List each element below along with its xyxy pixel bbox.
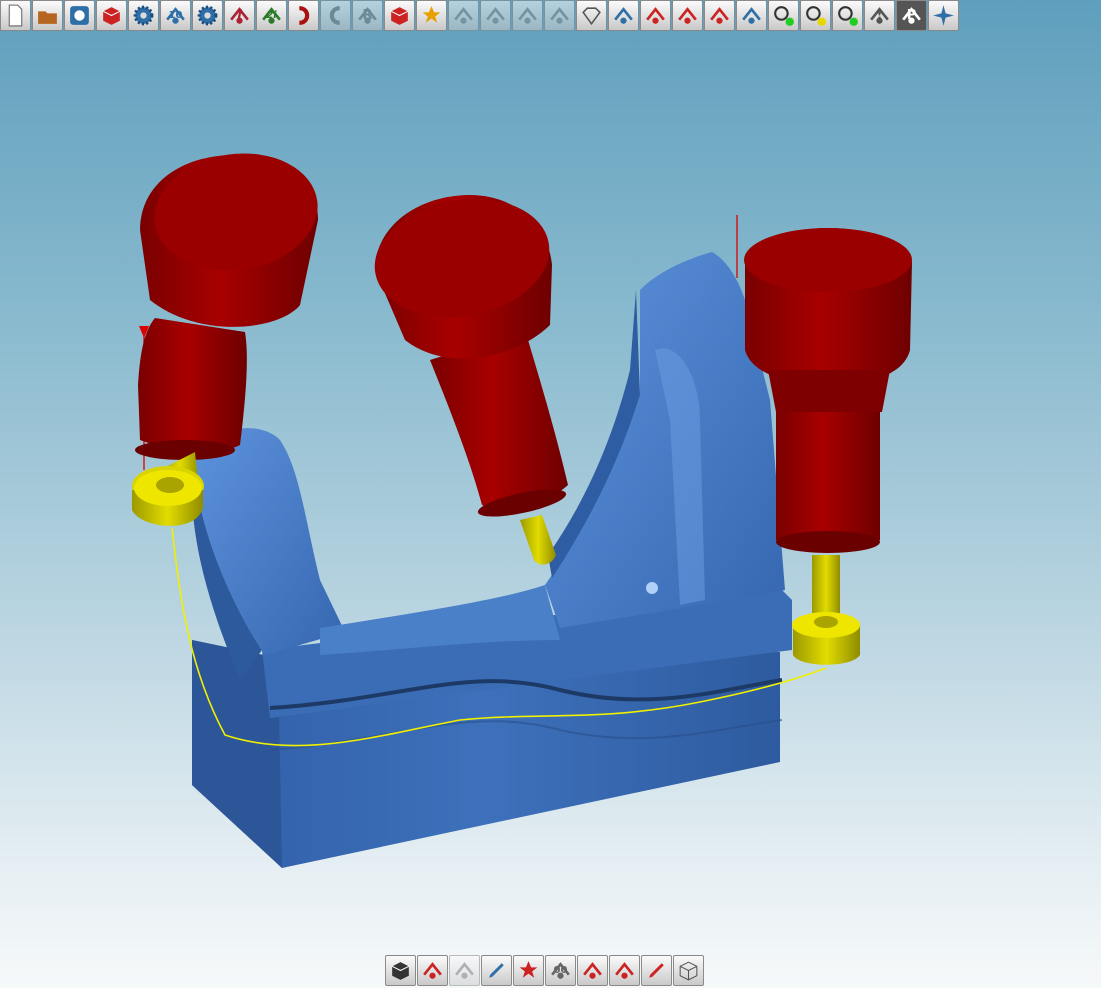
simulate-icon <box>611 3 636 28</box>
machine-button[interactable] <box>609 955 640 986</box>
postprocess-button[interactable]: P <box>896 0 927 31</box>
redo-button[interactable] <box>320 0 351 31</box>
warning-button[interactable]: ! <box>864 0 895 31</box>
stock-block-icon <box>387 3 412 28</box>
save-button[interactable] <box>64 0 95 31</box>
wireframe-icon <box>676 958 701 983</box>
section-plane-button[interactable] <box>449 955 480 986</box>
toolpath-c-button[interactable] <box>512 0 543 31</box>
gear-settings-button[interactable] <box>128 0 159 31</box>
pencil-button[interactable] <box>641 955 672 986</box>
spindle-middle <box>374 195 568 565</box>
zoom-green-icon <box>771 3 796 28</box>
stick-figure-icon <box>580 958 605 983</box>
wireframe-button[interactable] <box>673 955 704 986</box>
main-toolbar: 10 i 2i R! P <box>0 0 959 33</box>
verify-b-icon <box>675 3 700 28</box>
stock-block-button[interactable] <box>384 0 415 31</box>
toolpath-b-button[interactable] <box>480 0 511 31</box>
button-label: i <box>237 8 242 23</box>
brush-icon <box>484 958 509 983</box>
toolpath-d-icon <box>547 3 572 28</box>
material-palette-icon <box>420 958 445 983</box>
verify-b-button[interactable] <box>672 0 703 31</box>
verify-a-button[interactable] <box>640 0 671 31</box>
new-file-button[interactable] <box>0 0 31 31</box>
diamond-button[interactable] <box>576 0 607 31</box>
simulate-button[interactable] <box>608 0 639 31</box>
part-box-button[interactable] <box>96 0 127 31</box>
sparkle-button[interactable] <box>928 0 959 31</box>
sparkle-icon <box>931 3 956 28</box>
tool-gear-button[interactable] <box>192 0 223 31</box>
verify-c-icon <box>707 3 732 28</box>
probe-icon <box>739 3 764 28</box>
highlight-star-icon <box>516 958 541 983</box>
redo-icon <box>323 3 348 28</box>
new-file-icon <box>3 3 28 28</box>
button-label: ! <box>876 8 883 23</box>
star-wizard-button[interactable] <box>416 0 447 31</box>
coordinates-button[interactable]: 00 <box>545 955 576 986</box>
highlight-star-button[interactable] <box>513 955 544 986</box>
stick-figure-button[interactable] <box>577 955 608 986</box>
save-icon <box>67 3 92 28</box>
view-toolbar: 00 <box>385 955 704 988</box>
machine-icon <box>612 958 637 983</box>
toolpath-a-icon <box>451 3 476 28</box>
shaded-view-button[interactable] <box>385 955 416 986</box>
layers-yellow-button[interactable] <box>800 0 831 31</box>
part-box-icon <box>99 3 124 28</box>
star-wizard-icon <box>419 3 444 28</box>
toolpath-b-icon <box>483 3 508 28</box>
shaded-view-icon <box>388 958 413 983</box>
info-two-button[interactable]: 2i <box>256 0 287 31</box>
section-plane-icon <box>452 958 477 983</box>
toolpath-d-button[interactable] <box>544 0 575 31</box>
tool-gear-icon <box>195 3 220 28</box>
toolpath-a-button[interactable] <box>448 0 479 31</box>
button-label: R <box>362 8 373 23</box>
reset-button[interactable]: R <box>352 0 383 31</box>
button-label: P <box>906 8 917 23</box>
feed-speed-button[interactable]: 10 <box>160 0 191 31</box>
material-palette-button[interactable] <box>417 955 448 986</box>
info-one-button[interactable]: i <box>224 0 255 31</box>
3d-viewport[interactable] <box>0 33 1101 953</box>
diamond-icon <box>579 3 604 28</box>
verify-c-button[interactable] <box>704 0 735 31</box>
pencil-icon <box>644 958 669 983</box>
toolpath-c-icon <box>515 3 540 28</box>
open-folder-icon <box>35 3 60 28</box>
gear-settings-icon <box>131 3 156 28</box>
collision-green-icon <box>835 3 860 28</box>
collision-green-button[interactable] <box>832 0 863 31</box>
probe-button[interactable] <box>736 0 767 31</box>
zoom-green-button[interactable] <box>768 0 799 31</box>
layers-yellow-icon <box>803 3 828 28</box>
undo-icon <box>291 3 316 28</box>
button-label: 00 <box>553 965 568 976</box>
open-folder-button[interactable] <box>32 0 63 31</box>
button-label: 10 <box>168 10 183 21</box>
verify-a-icon <box>643 3 668 28</box>
button-label: 2i <box>266 10 277 21</box>
brush-button[interactable] <box>481 955 512 986</box>
machining-scene <box>132 153 912 868</box>
undo-button[interactable] <box>288 0 319 31</box>
